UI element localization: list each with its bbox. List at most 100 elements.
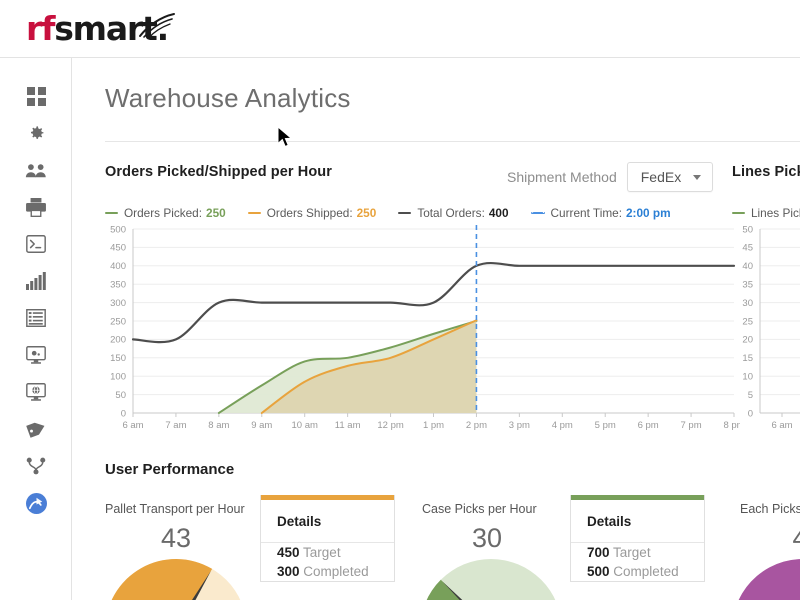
svg-text:100: 100 — [110, 372, 126, 383]
svg-text:2 pm: 2 pm — [466, 420, 487, 431]
details-completed-case: 500 Completed — [571, 562, 704, 581]
sidebar-item-labels[interactable] — [0, 415, 72, 443]
signal-waves-icon — [139, 13, 175, 38]
legend-label-current-time: Current Time — [550, 206, 619, 220]
details-card-pallet: Details 450 Target 300 Completed — [260, 495, 395, 582]
brand-header: rfsmart. — [0, 0, 800, 58]
gauge-title-pallet: Pallet Transport per Hour — [105, 502, 245, 516]
legend-item-orders-shipped[interactable]: Orders Shipped: 250 — [247, 206, 377, 220]
details-completed-value-pallet: 300 — [277, 564, 300, 579]
svg-text:500: 500 — [110, 224, 126, 235]
bar-chart-icon — [26, 272, 46, 290]
details-target-pallet: 450 Target — [261, 543, 394, 562]
legend-swatch-picked — [105, 211, 118, 215]
legend-item-orders-picked[interactable]: Orders Picked: 250 — [105, 206, 226, 220]
svg-text:0: 0 — [748, 408, 753, 419]
legend-item-lines-pick[interactable]: Lines Pick — [732, 206, 800, 220]
svg-text:5: 5 — [748, 390, 753, 401]
details-heading-case: Details — [571, 500, 704, 543]
svg-text:11 am: 11 am — [335, 420, 361, 431]
sidebar-item-workflow[interactable] — [0, 452, 72, 480]
svg-text:1 pm: 1 pm — [423, 420, 444, 431]
gauge-title-each: Each Picks — [740, 502, 800, 516]
svg-text:40: 40 — [742, 261, 753, 272]
svg-text:45: 45 — [742, 243, 753, 254]
rfsmart-logo[interactable]: rfsmart. — [26, 8, 175, 50]
details-heading-pallet: Details — [261, 500, 394, 543]
sidebar-item-web-devices[interactable] — [0, 378, 72, 406]
title-divider — [105, 141, 800, 142]
gauge-value-each: 4 — [740, 523, 800, 554]
svg-text:50: 50 — [742, 224, 753, 235]
svg-text:10: 10 — [742, 372, 753, 383]
svg-text:5 pm: 5 pm — [595, 420, 616, 431]
lines-panel-title: Lines Pick — [732, 164, 800, 180]
svg-text:25: 25 — [742, 316, 753, 327]
sidebar-item-users[interactable] — [0, 156, 72, 184]
svg-text:200: 200 — [110, 335, 126, 346]
legend-item-total-orders[interactable]: Total Orders: 400 — [398, 206, 509, 220]
svg-text:250: 250 — [110, 316, 126, 327]
sidebar-item-console[interactable] — [0, 230, 72, 258]
details-target-case: 700 Target — [571, 543, 704, 562]
tag-icon — [26, 422, 45, 438]
svg-text:10 am: 10 am — [292, 420, 318, 431]
legend-value-shipped: 250 — [356, 206, 377, 220]
terminal-icon — [26, 235, 46, 253]
svg-text:3 pm: 3 pm — [509, 420, 530, 431]
svg-text:8 am: 8 am — [208, 420, 229, 431]
sidebar-item-settings[interactable] — [0, 119, 72, 147]
legend-label-shipped: Orders Shipped — [266, 206, 350, 220]
svg-text:6 pm: 6 pm — [638, 420, 659, 431]
analytics-circle-icon — [25, 492, 47, 514]
svg-text:400: 400 — [110, 261, 126, 272]
dashboard-grid-icon — [26, 86, 46, 106]
svg-text:350: 350 — [110, 280, 126, 291]
legend-value-total: 400 — [488, 206, 509, 220]
legend-item-current-time[interactable]: Current Time: 2:00 pm — [530, 206, 671, 220]
sidebar-item-reports[interactable] — [0, 267, 72, 295]
sidebar-item-dashboard[interactable] — [0, 82, 72, 110]
monitor-icon — [26, 346, 46, 364]
monitor-globe-icon — [26, 383, 46, 401]
svg-text:6 am: 6 am — [771, 420, 792, 431]
svg-text:300: 300 — [110, 298, 126, 309]
details-completed-pallet: 300 Completed — [261, 562, 394, 581]
shipment-method-dropdown[interactable]: FedEx — [626, 162, 714, 192]
user-performance-title: User Performance — [105, 461, 235, 478]
gauge-each-picks[interactable] — [732, 556, 800, 600]
gauge-value-pallet: 43 — [160, 523, 192, 553]
sidebar-item-analytics[interactable] — [0, 489, 72, 517]
orders-chart-legend: Orders Picked: 250 Orders Shipped: 250 T… — [105, 206, 693, 220]
svg-text:20: 20 — [742, 335, 753, 346]
gauge-title-case: Case Picks per Hour — [422, 502, 537, 516]
legend-swatch-current-time — [530, 212, 545, 214]
details-target-value-pallet: 450 — [277, 545, 300, 560]
sidebar-item-printing[interactable] — [0, 193, 72, 221]
svg-text:12 pm: 12 pm — [377, 420, 403, 431]
app-root: rfsmart. Warehouse Analytics Orders Pick… — [0, 0, 800, 600]
legend-swatch-total — [398, 211, 412, 215]
lines-bar-chart[interactable]: 051015202530354045506 am7 am — [727, 223, 800, 438]
shipment-method-value: FedEx — [640, 169, 682, 185]
sidebar-item-forms[interactable] — [0, 304, 72, 332]
svg-text:50: 50 — [115, 390, 126, 401]
svg-text:0: 0 — [121, 408, 126, 419]
legend-swatch-shipped — [247, 211, 261, 215]
orders-area-chart[interactable]: 0 50 100 150 200 250 300 350 400 450 500 6 am 7 am 8 … — [100, 223, 740, 438]
shipment-method-control: Shipment Method FedEx — [507, 162, 714, 192]
sidebar-item-devices[interactable] — [0, 341, 72, 369]
details-target-value-case: 700 — [587, 545, 610, 560]
svg-text:30: 30 — [742, 298, 753, 309]
legend-label-lines: Lines Pick — [751, 206, 800, 220]
svg-text:9 am: 9 am — [251, 420, 272, 431]
gauge-pallet-transport[interactable] — [105, 556, 247, 600]
details-completed-label-pallet: Completed — [303, 564, 369, 579]
sidebar-icon-rail — [0, 58, 72, 600]
gear-icon — [31, 126, 44, 139]
legend-label-total: Total Orders — [417, 206, 482, 220]
gauge-value-case: 30 — [471, 523, 503, 553]
form-list-icon — [26, 309, 46, 327]
workflow-icon — [26, 457, 46, 475]
gauge-case-picks[interactable] — [420, 556, 562, 600]
